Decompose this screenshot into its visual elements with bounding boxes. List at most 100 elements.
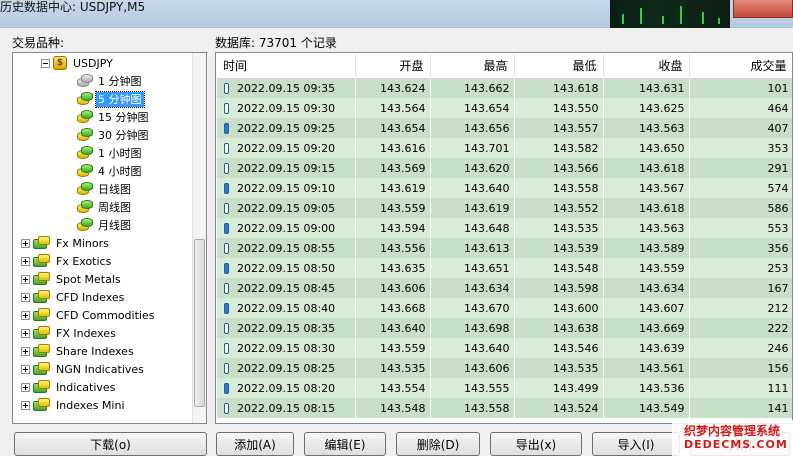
table-row[interactable]: 2022.09.15 08:20 143.554 143.555 143.499 143…: [217, 378, 792, 398]
cell-vol: 574: [689, 178, 792, 198]
table-row[interactable]: 2022.09.15 09:20 143.616 143.701 143.582 143…: [217, 138, 792, 158]
cell-low: 143.582: [514, 138, 604, 158]
cell-vol: 212: [689, 298, 792, 318]
cell-open: 143.635: [355, 258, 431, 278]
expand-toggle-icon[interactable]: [21, 310, 30, 320]
table-row[interactable]: 2022.09.15 09:10 143.619 143.640 143.558 143…: [217, 178, 792, 198]
site-watermark: 织梦内容管理系统 DEDECMS.COM: [672, 420, 793, 456]
column-header-volume[interactable]: 成交量: [689, 54, 792, 79]
expand-toggle-icon[interactable]: [21, 400, 30, 410]
cell-close: 143.536: [603, 378, 690, 398]
cell-open: 143.668: [355, 298, 431, 318]
column-header-open[interactable]: 开盘: [355, 54, 431, 79]
tree-vertical-scrollbar[interactable]: [192, 53, 206, 423]
add-button[interactable]: 添加(A): [216, 432, 294, 456]
tree-node-timeframe[interactable]: 1 小时图: [77, 144, 144, 162]
database-icon: [77, 200, 93, 214]
tree-node-group[interactable]: Fx Exotics: [21, 252, 113, 270]
column-header-close[interactable]: 收盘: [603, 54, 690, 79]
window-close-button[interactable]: [733, 0, 793, 18]
cell-high: 143.634: [430, 278, 515, 298]
folder-icon: [33, 254, 51, 268]
tree-node-timeframe[interactable]: 日线图: [77, 180, 133, 198]
download-button[interactable]: 下载(o): [14, 432, 207, 456]
cell-close: 143.618: [603, 158, 690, 178]
cell-time: 2022.09.15 09:35: [217, 78, 356, 98]
table-row[interactable]: 2022.09.15 08:40 143.668 143.670 143.600 143…: [217, 298, 792, 318]
expand-toggle-icon[interactable]: [21, 364, 30, 374]
table-row[interactable]: 2022.09.15 08:55 143.556 143.613 143.539 143…: [217, 238, 792, 258]
cell-open: 143.548: [355, 398, 431, 418]
watermark-line1: 织梦内容管理系统: [684, 424, 781, 438]
table-row[interactable]: 2022.09.15 09:05 143.559 143.619 143.552 143…: [217, 198, 792, 218]
cell-open: 143.564: [355, 98, 431, 118]
edit-button[interactable]: 编辑(E): [304, 432, 386, 456]
database-icon: [77, 128, 93, 142]
cell-time: 2022.09.15 08:35: [217, 318, 356, 338]
tree-node-group[interactable]: Fx Minors: [21, 234, 111, 252]
cell-close: 143.669: [603, 318, 690, 338]
table-row[interactable]: 2022.09.15 09:00 143.594 143.648 143.535 143…: [217, 218, 792, 238]
cell-close: 143.634: [603, 278, 690, 298]
symbol-tree[interactable]: $ USDJPY 1 分钟图 5 分钟图 15 分钟图 30 分钟图 1 小时图 4 小时…: [12, 52, 207, 424]
table-row[interactable]: 2022.09.15 08:45 143.606 143.634 143.598 143…: [217, 278, 792, 298]
table-row[interactable]: 2022.09.15 08:15 143.548 143.558 143.524 143…: [217, 398, 792, 418]
import-button[interactable]: 导入(I): [592, 432, 680, 456]
expand-toggle-icon[interactable]: [21, 382, 30, 392]
table-row[interactable]: 2022.09.15 09:35 143.624 143.662 143.618 143…: [217, 78, 792, 98]
expand-toggle-icon[interactable]: [21, 292, 30, 302]
tree-node-timeframe[interactable]: 1 分钟图: [77, 72, 144, 90]
tree-node-usdjpy[interactable]: $ USDJPY: [41, 54, 115, 72]
expand-toggle-icon[interactable]: [21, 274, 30, 284]
history-data-grid[interactable]: 时间 开盘 最高 最低 收盘 成交量 2022.09.15 09:35 143.6…: [215, 52, 793, 424]
candle-icon: [224, 103, 229, 114]
table-row[interactable]: 2022.09.15 08:30 143.559 143.640 143.546 143…: [217, 338, 792, 358]
tree-node-group[interactable]: Spot Metals: [21, 270, 123, 288]
column-header-high[interactable]: 最高: [430, 54, 515, 79]
tree-node-group[interactable]: NGN Indicatives: [21, 360, 146, 378]
table-row[interactable]: 2022.09.15 09:30 143.564 143.654 143.550 143…: [217, 98, 792, 118]
collapse-toggle-icon[interactable]: [41, 58, 50, 68]
cell-low: 143.524: [514, 398, 604, 418]
tree-node-group[interactable]: FX Indexes: [21, 324, 118, 342]
cell-open: 143.640: [355, 318, 431, 338]
table-row[interactable]: 2022.09.15 09:15 143.569 143.620 143.566 143…: [217, 158, 792, 178]
cell-time: 2022.09.15 08:30: [217, 338, 356, 358]
expand-toggle-icon[interactable]: [21, 346, 30, 356]
tree-node-timeframe[interactable]: 5 分钟图: [77, 90, 145, 108]
tree-node-group[interactable]: Share Indexes: [21, 342, 136, 360]
database-icon: [77, 146, 93, 160]
expand-toggle-icon[interactable]: [21, 256, 30, 266]
cell-open: 143.606: [355, 278, 431, 298]
cell-open: 143.594: [355, 218, 431, 238]
tree-node-timeframe[interactable]: 周线图: [77, 198, 133, 216]
cell-high: 143.620: [430, 158, 515, 178]
tree-node-group[interactable]: Indexes Mini: [21, 396, 127, 414]
cell-close: 143.549: [603, 398, 690, 418]
table-row[interactable]: 2022.09.15 09:25 143.654 143.656 143.557 143…: [217, 118, 792, 138]
expand-toggle-icon[interactable]: [21, 238, 30, 248]
tree-node-timeframe[interactable]: 月线图: [77, 216, 133, 234]
tree-node-timeframe[interactable]: 15 分钟图: [77, 108, 151, 126]
column-header-low[interactable]: 最低: [514, 54, 604, 79]
cell-vol: 464: [689, 98, 792, 118]
tree-node-group[interactable]: CFD Commodities: [21, 306, 156, 324]
export-button[interactable]: 导出(x): [490, 432, 582, 456]
candle-icon: [224, 283, 229, 294]
cell-low: 143.546: [514, 338, 604, 358]
delete-button[interactable]: 删除(D): [396, 432, 480, 456]
cell-vol: 356: [689, 238, 792, 258]
table-row[interactable]: 2022.09.15 08:25 143.535 143.606 143.535 143…: [217, 358, 792, 378]
tree-node-group[interactable]: Indicatives: [21, 378, 117, 396]
cell-vol: 253: [689, 258, 792, 278]
tree-node-timeframe[interactable]: 30 分钟图: [77, 126, 151, 144]
cell-time: 2022.09.15 08:40: [217, 298, 356, 318]
table-row[interactable]: 2022.09.15 08:35 143.640 143.698 143.638 143…: [217, 318, 792, 338]
expand-toggle-icon[interactable]: [21, 328, 30, 338]
tree-node-timeframe[interactable]: 4 小时图: [77, 162, 144, 180]
tree-scroll-thumb[interactable]: [194, 239, 205, 407]
candle-icon: [224, 243, 229, 254]
column-header-time[interactable]: 时间: [217, 54, 356, 79]
tree-node-group[interactable]: CFD Indexes: [21, 288, 126, 306]
table-row[interactable]: 2022.09.15 08:50 143.635 143.651 143.548 143…: [217, 258, 792, 278]
